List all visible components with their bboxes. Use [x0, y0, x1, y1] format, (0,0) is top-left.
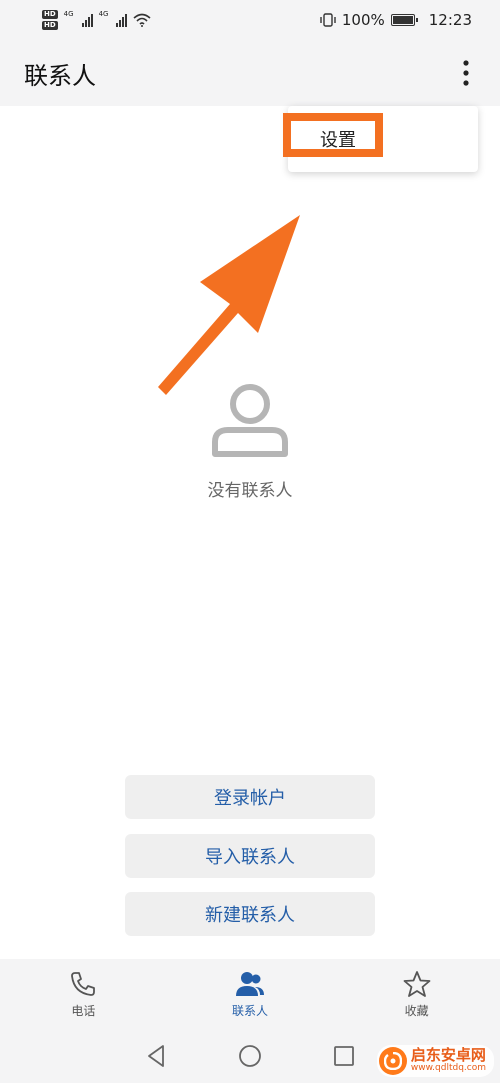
tab-favorites[interactable]: 收藏 — [333, 959, 500, 1029]
tab-phone-label: 电话 — [71, 1003, 96, 1018]
watermark-logo-icon — [378, 1047, 407, 1075]
hd-badge-1: HD — [42, 10, 58, 19]
hd-badge-2: HD — [42, 21, 58, 30]
overflow-menu: 设置 — [288, 106, 478, 172]
status-bar-right: 100% 12:23 — [320, 11, 472, 29]
battery-percent: 100% — [341, 11, 385, 29]
battery-icon — [390, 14, 418, 26]
new-contact-button[interactable]: 新建联系人 — [125, 892, 375, 936]
home-icon[interactable] — [238, 1044, 262, 1068]
hd-badges: HD HD — [42, 10, 58, 30]
annotation-arrow — [158, 215, 300, 395]
menu-item-settings[interactable]: 设置 — [288, 106, 478, 172]
menu-item-settings-label: 设置 — [320, 130, 356, 151]
empty-state-text: 没有联系人 — [207, 481, 293, 501]
tab-phone[interactable]: 电话 — [0, 959, 167, 1029]
signal-icon-2 — [116, 13, 128, 27]
login-account-button[interactable]: 登录帐户 — [125, 775, 375, 819]
signal-icon — [81, 13, 93, 27]
status-bar: HD HD 4G 4G 100% 12:23 — [0, 0, 500, 40]
tab-contacts-label: 联系人 — [232, 1003, 269, 1018]
back-icon[interactable] — [145, 1044, 167, 1068]
vibrate-icon — [320, 13, 336, 27]
tab-contacts[interactable]: 联系人 — [167, 959, 334, 1029]
phone-icon — [71, 971, 96, 996]
watermark-text: 启东安卓网 www.qdltdq.com — [411, 1048, 486, 1073]
bottom-nav: 电话 联系人 收藏 — [0, 959, 500, 1029]
wifi-icon — [133, 13, 151, 27]
watermark-url: www.qdltdq.com — [410, 1063, 486, 1074]
app-bar: 联系人 — [0, 40, 500, 106]
network-type-1: 4G — [63, 10, 74, 18]
recents-icon[interactable] — [333, 1045, 355, 1067]
tab-favorites-label: 收藏 — [404, 1003, 429, 1018]
star-icon — [403, 970, 431, 997]
more-vertical-icon[interactable] — [456, 58, 476, 88]
clock: 12:23 — [428, 11, 472, 29]
import-contacts-button[interactable]: 导入联系人 — [125, 834, 375, 878]
contacts-icon — [236, 971, 264, 996]
empty-state: 没有联系人 — [0, 380, 500, 501]
watermark: 启东安卓网 www.qdltdq.com — [376, 1045, 494, 1077]
person-icon — [212, 384, 288, 457]
page-title: 联系人 — [24, 61, 96, 90]
network-type-2: 4G — [98, 10, 109, 18]
status-bar-left: HD HD 4G 4G — [42, 10, 151, 30]
watermark-title: 启东安卓网 — [410, 1046, 486, 1065]
